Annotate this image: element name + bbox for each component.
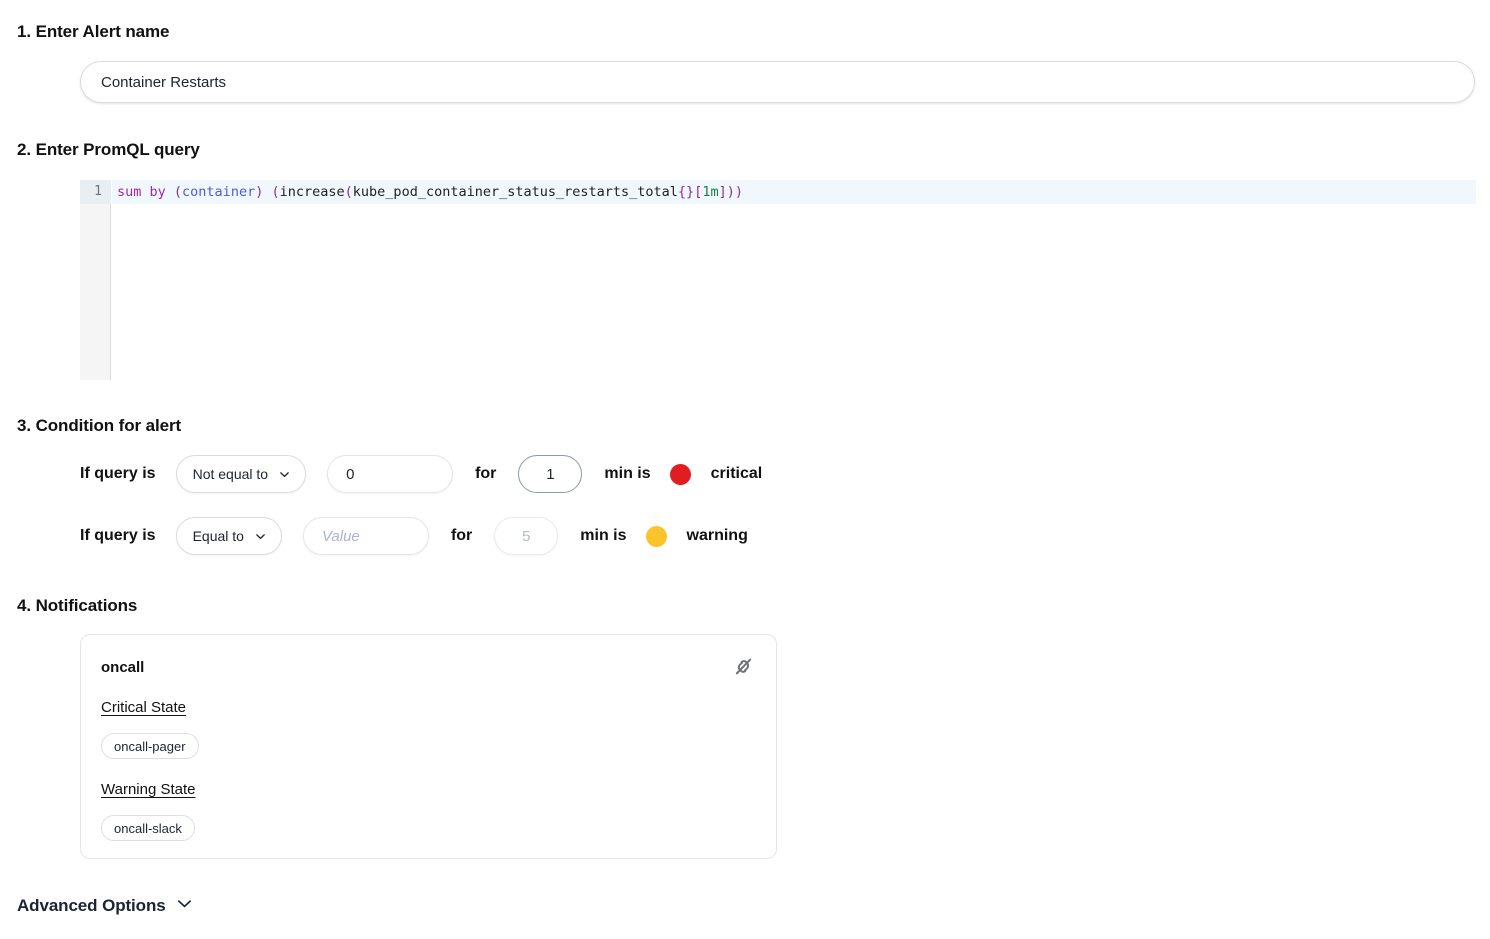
condition-row-critical: If query is Not equal to for min is crit…	[80, 455, 762, 493]
min-is-label-critical: min is	[604, 465, 651, 482]
operator-select-critical-value: Not equal to	[192, 466, 269, 482]
notification-tag-critical[interactable]: oncall-pager	[101, 733, 199, 759]
notification-card: oncall Critical State oncall-pager Warni…	[80, 634, 777, 859]
severity-dot-warning	[645, 525, 667, 547]
for-label-critical: for	[475, 465, 497, 482]
chevron-down-icon	[175, 894, 194, 918]
section-heading-condition: 3. Condition for alert	[17, 416, 182, 435]
operator-select-warning-value: Equal to	[192, 528, 244, 544]
alert-builder-page: 1. Enter Alert name 2. Enter PromQL quer…	[0, 0, 1490, 939]
condition-prefix-label-critical: If query is	[80, 465, 156, 482]
operator-select-critical[interactable]: Not equal to	[175, 455, 307, 493]
section-heading-promql-query: 2. Enter PromQL query	[17, 140, 200, 159]
duration-input-critical[interactable]	[518, 455, 583, 493]
condition-row-warning: If query is Equal to for min is warning	[80, 517, 748, 555]
severity-label-warning: warning	[686, 527, 748, 544]
notification-card-title: oncall	[101, 659, 145, 676]
unlink-button[interactable]	[728, 653, 758, 683]
severity-dot-critical	[669, 463, 691, 485]
alert-name-input[interactable]	[80, 61, 1475, 103]
notification-tag-warning[interactable]: oncall-slack	[101, 815, 195, 841]
section-heading-notifications: 4. Notifications	[17, 596, 138, 615]
advanced-options-toggle[interactable]: Advanced Options	[17, 894, 194, 918]
promql-editor[interactable]: 1 sum by (container) (increase(kube_pod_…	[80, 180, 1476, 380]
operator-select-warning[interactable]: Equal to	[175, 517, 282, 555]
critical-state-label[interactable]: Critical State	[101, 699, 186, 716]
unlink-icon	[731, 654, 756, 682]
threshold-input-critical[interactable]	[327, 455, 454, 493]
promql-code-line[interactable]: sum by (container) (increase(kube_pod_co…	[117, 180, 743, 204]
duration-input-warning[interactable]	[494, 517, 559, 555]
for-label-warning: for	[450, 527, 473, 544]
section-heading-alert-name: 1. Enter Alert name	[17, 22, 170, 41]
severity-label-critical: critical	[710, 465, 763, 482]
condition-prefix-label-warning: If query is	[80, 527, 156, 544]
editor-line-number: 1	[94, 184, 102, 199]
advanced-options-label: Advanced Options	[17, 896, 166, 915]
editor-gutter: 1	[80, 180, 111, 380]
chevron-down-icon	[278, 468, 291, 481]
chevron-down-icon	[254, 530, 267, 543]
threshold-input-warning[interactable]	[302, 517, 429, 555]
min-is-label-warning: min is	[580, 527, 627, 544]
warning-state-label[interactable]: Warning State	[101, 781, 196, 798]
